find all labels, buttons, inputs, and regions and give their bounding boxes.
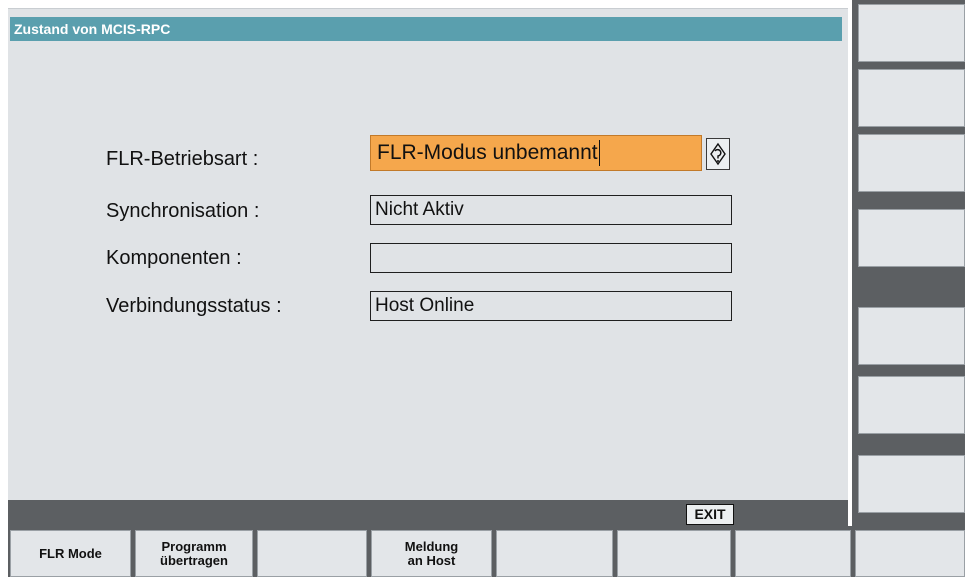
vertical-softkey-4[interactable] [858,209,965,267]
exit-indicator[interactable]: EXIT [686,504,734,525]
text-caret [598,140,600,167]
softkey-6[interactable] [617,530,731,577]
sync-label: Synchronisation : [106,200,260,222]
softkey-meldung-an-host[interactable]: Meldung an Host [371,530,492,577]
connection-field: Host Online [370,291,732,321]
mode-field[interactable]: FLR-Modus unbemannt [370,135,702,171]
components-label: Komponenten : [106,247,242,269]
softkey-7[interactable] [735,530,851,577]
mode-label: FLR-Betriebsart : [106,148,259,170]
vertical-softkey-5[interactable] [858,307,965,365]
components-field [370,243,732,273]
vertical-softkey-3[interactable] [858,134,965,192]
softkey-5[interactable] [496,530,613,577]
softkey-8[interactable] [855,530,965,577]
sync-field: Nicht Aktiv [370,195,732,225]
toggle-icon [710,142,726,166]
toggle-button[interactable] [706,138,730,170]
vertical-softkey-7[interactable] [858,455,965,513]
softkey-3[interactable] [257,530,367,577]
vertical-softkey-6[interactable] [858,376,965,434]
window-title: Zustand von MCIS-RPC [10,17,842,41]
connection-label: Verbindungsstatus : [106,295,282,317]
vertical-softkey-2[interactable] [858,69,965,127]
softkey-programm-uebertragen[interactable]: Programm übertragen [135,530,253,577]
softkey-flr-mode[interactable]: FLR Mode [10,530,131,577]
vertical-softkey-1[interactable] [858,4,965,62]
mode-value: FLR-Modus unbemannt [377,141,598,164]
